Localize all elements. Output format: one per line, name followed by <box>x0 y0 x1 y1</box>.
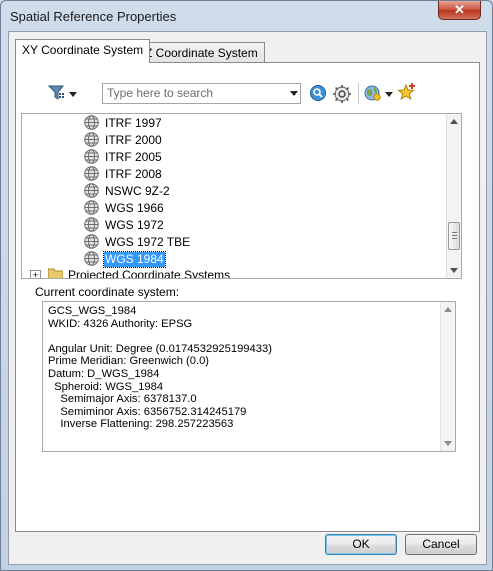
current-coordinate-system-text[interactable]: GCS_WGS_1984 WKID: 4326 Authority: EPSG An… <box>42 301 456 452</box>
details-line: Spheroid: WGS_1984 <box>48 380 164 393</box>
tree-item-label: ITRF 2008 <box>105 167 162 181</box>
scroll-up-icon[interactable] <box>444 307 452 312</box>
globe-icon <box>84 183 99 198</box>
tree-scrollbar[interactable] <box>446 114 461 278</box>
window-title: Spatial Reference Properties <box>10 9 177 24</box>
globe-icon <box>84 200 99 215</box>
globe-add-icon[interactable] <box>364 84 394 102</box>
globe-icon <box>84 115 99 130</box>
tree-item-label: WGS 1972 TBE <box>105 235 191 249</box>
current-coordinate-system-label: Current coordinate system: <box>35 285 180 299</box>
ok-button[interactable]: OK <box>325 534 397 555</box>
title-bar[interactable]: Spatial Reference Properties ✕ <box>1 1 492 31</box>
globe-icon <box>84 166 99 181</box>
filter-icon[interactable] <box>47 84 78 102</box>
tab-xy-coordinate-system[interactable]: XY Coordinate System <box>15 39 151 63</box>
tree-item-label: WGS 1966 <box>105 201 164 215</box>
search-input[interactable] <box>105 85 285 101</box>
tab-z-coordinate-system[interactable]: Z Coordinate System <box>138 42 265 63</box>
tree-folder-label: Projected Coordinate Systems <box>68 268 231 279</box>
globe-icon <box>84 251 99 266</box>
details-line: GCS_WGS_1984 <box>48 305 137 317</box>
close-button[interactable]: ✕ <box>438 1 481 20</box>
globe-icon <box>84 234 99 249</box>
tab-label: Z Coordinate System <box>145 46 258 60</box>
scrollbar-thumb[interactable] <box>448 222 460 250</box>
details-line: Angular Unit: Degree (0.0174532925199433… <box>48 342 272 355</box>
folder-icon <box>47 268 64 278</box>
details-line: Datum: D_WGS_1984 <box>48 368 160 380</box>
tree-item-label: ITRF 2000 <box>105 133 162 147</box>
spatial-reference-dialog: Spatial Reference Properties ✕ XY Coordi… <box>0 0 493 571</box>
tree-item-label: ITRF 2005 <box>105 150 162 164</box>
globe-icon <box>84 149 99 164</box>
coordinate-system-tree[interactable]: ITRF 1997 ITRF 2000 ITRF 2005 ITRF 2008 NSWC… <box>21 113 462 279</box>
tab-label: XY Coordinate System <box>22 43 144 57</box>
tree-item-label: WGS 1984 <box>103 251 166 268</box>
close-icon: ✕ <box>454 2 465 17</box>
details-line: Inverse Flattening: 298.257223563 <box>48 418 234 431</box>
dialog-body: XY Coordinate System Z Coordinate System <box>8 31 487 565</box>
chevron-down-icon[interactable] <box>290 91 298 96</box>
toolbar-divider <box>358 83 359 104</box>
globe-icon <box>84 217 99 232</box>
tree-item-label: ITRF 1997 <box>105 116 162 130</box>
scroll-down-icon[interactable] <box>450 268 458 273</box>
details-line: WKID: 4326 Authority: EPSG <box>48 317 193 330</box>
details-line: Semimajor Axis: 6378137.0 <box>48 393 197 406</box>
search-go-icon[interactable] <box>309 84 327 102</box>
search-options-icon[interactable] <box>332 84 352 104</box>
globe-icon <box>84 132 99 147</box>
details-scrollbar[interactable] <box>440 302 455 451</box>
favorites-star-icon[interactable] <box>397 82 417 102</box>
details-line: Semiminor Axis: 6356752.314245179 <box>48 405 247 418</box>
scroll-up-icon[interactable] <box>450 119 458 124</box>
cancel-button[interactable]: Cancel <box>405 534 477 555</box>
tree-item-label: NSWC 9Z-2 <box>105 184 170 198</box>
search-field[interactable] <box>102 83 301 104</box>
scroll-down-icon[interactable] <box>444 441 452 446</box>
expand-icon[interactable]: + <box>30 270 41 278</box>
tree-item-label: WGS 1972 <box>105 218 164 232</box>
details-line: Prime Meridian: Greenwich (0.0) <box>48 355 210 368</box>
